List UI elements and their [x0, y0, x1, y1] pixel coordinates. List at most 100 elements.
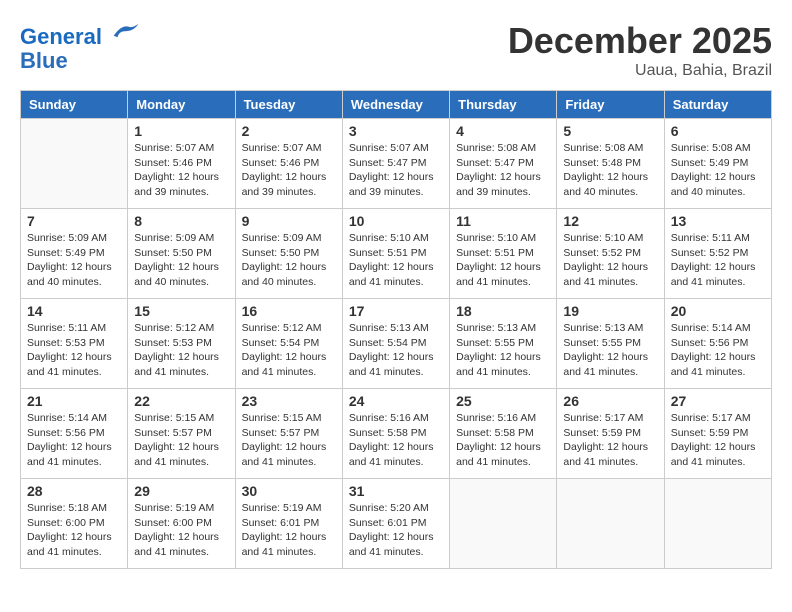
page-header: General Blue December 2025 Uaua, Bahia, …	[20, 20, 772, 80]
day-number: 11	[456, 213, 550, 229]
day-number: 6	[671, 123, 765, 139]
day-cell: 10 Sunrise: 5:10 AM Sunset: 5:51 PM Dayl…	[342, 209, 449, 299]
day-number: 10	[349, 213, 443, 229]
day-info: Sunrise: 5:20 AM Sunset: 6:01 PM Dayligh…	[349, 501, 443, 560]
day-info: Sunrise: 5:10 AM Sunset: 5:52 PM Dayligh…	[563, 231, 657, 290]
day-cell: 2 Sunrise: 5:07 AM Sunset: 5:46 PM Dayli…	[235, 119, 342, 209]
day-cell	[450, 479, 557, 569]
day-info: Sunrise: 5:17 AM Sunset: 5:59 PM Dayligh…	[671, 411, 765, 470]
day-number: 29	[134, 483, 228, 499]
day-info: Sunrise: 5:15 AM Sunset: 5:57 PM Dayligh…	[134, 411, 228, 470]
day-info: Sunrise: 5:09 AM Sunset: 5:50 PM Dayligh…	[134, 231, 228, 290]
day-number: 18	[456, 303, 550, 319]
day-info: Sunrise: 5:08 AM Sunset: 5:49 PM Dayligh…	[671, 141, 765, 200]
weekday-header-thursday: Thursday	[450, 91, 557, 119]
day-cell: 28 Sunrise: 5:18 AM Sunset: 6:00 PM Dayl…	[21, 479, 128, 569]
day-info: Sunrise: 5:12 AM Sunset: 5:53 PM Dayligh…	[134, 321, 228, 380]
day-number: 8	[134, 213, 228, 229]
day-cell: 9 Sunrise: 5:09 AM Sunset: 5:50 PM Dayli…	[235, 209, 342, 299]
day-number: 25	[456, 393, 550, 409]
day-number: 3	[349, 123, 443, 139]
day-info: Sunrise: 5:18 AM Sunset: 6:00 PM Dayligh…	[27, 501, 121, 560]
day-cell: 29 Sunrise: 5:19 AM Sunset: 6:00 PM Dayl…	[128, 479, 235, 569]
day-cell: 20 Sunrise: 5:14 AM Sunset: 5:56 PM Dayl…	[664, 299, 771, 389]
day-cell: 6 Sunrise: 5:08 AM Sunset: 5:49 PM Dayli…	[664, 119, 771, 209]
day-info: Sunrise: 5:12 AM Sunset: 5:54 PM Dayligh…	[242, 321, 336, 380]
day-number: 21	[27, 393, 121, 409]
weekday-header-sunday: Sunday	[21, 91, 128, 119]
weekday-header-row: SundayMondayTuesdayWednesdayThursdayFrid…	[21, 91, 772, 119]
calendar-table: SundayMondayTuesdayWednesdayThursdayFrid…	[20, 90, 772, 569]
day-cell: 14 Sunrise: 5:11 AM Sunset: 5:53 PM Dayl…	[21, 299, 128, 389]
day-cell: 19 Sunrise: 5:13 AM Sunset: 5:55 PM Dayl…	[557, 299, 664, 389]
day-info: Sunrise: 5:16 AM Sunset: 5:58 PM Dayligh…	[349, 411, 443, 470]
weekday-header-saturday: Saturday	[664, 91, 771, 119]
logo-general: General	[20, 24, 102, 49]
weekday-header-wednesday: Wednesday	[342, 91, 449, 119]
week-row-1: 7 Sunrise: 5:09 AM Sunset: 5:49 PM Dayli…	[21, 209, 772, 299]
day-cell: 15 Sunrise: 5:12 AM Sunset: 5:53 PM Dayl…	[128, 299, 235, 389]
day-number: 26	[563, 393, 657, 409]
week-row-3: 21 Sunrise: 5:14 AM Sunset: 5:56 PM Dayl…	[21, 389, 772, 479]
day-number: 16	[242, 303, 336, 319]
weekday-header-friday: Friday	[557, 91, 664, 119]
day-info: Sunrise: 5:15 AM Sunset: 5:57 PM Dayligh…	[242, 411, 336, 470]
day-number: 12	[563, 213, 657, 229]
day-number: 19	[563, 303, 657, 319]
day-info: Sunrise: 5:08 AM Sunset: 5:47 PM Dayligh…	[456, 141, 550, 200]
day-number: 24	[349, 393, 443, 409]
day-info: Sunrise: 5:19 AM Sunset: 6:01 PM Dayligh…	[242, 501, 336, 560]
logo-text: General	[20, 20, 140, 49]
logo-bird-icon	[110, 20, 140, 44]
day-info: Sunrise: 5:13 AM Sunset: 5:55 PM Dayligh…	[456, 321, 550, 380]
day-cell: 12 Sunrise: 5:10 AM Sunset: 5:52 PM Dayl…	[557, 209, 664, 299]
day-cell	[557, 479, 664, 569]
day-cell: 22 Sunrise: 5:15 AM Sunset: 5:57 PM Dayl…	[128, 389, 235, 479]
day-cell: 24 Sunrise: 5:16 AM Sunset: 5:58 PM Dayl…	[342, 389, 449, 479]
day-cell: 13 Sunrise: 5:11 AM Sunset: 5:52 PM Dayl…	[664, 209, 771, 299]
day-cell: 23 Sunrise: 5:15 AM Sunset: 5:57 PM Dayl…	[235, 389, 342, 479]
logo: General Blue	[20, 20, 140, 73]
day-number: 30	[242, 483, 336, 499]
title-block: December 2025 Uaua, Bahia, Brazil	[508, 20, 772, 80]
week-row-2: 14 Sunrise: 5:11 AM Sunset: 5:53 PM Dayl…	[21, 299, 772, 389]
day-cell: 1 Sunrise: 5:07 AM Sunset: 5:46 PM Dayli…	[128, 119, 235, 209]
day-info: Sunrise: 5:07 AM Sunset: 5:46 PM Dayligh…	[134, 141, 228, 200]
day-cell: 4 Sunrise: 5:08 AM Sunset: 5:47 PM Dayli…	[450, 119, 557, 209]
day-info: Sunrise: 5:07 AM Sunset: 5:47 PM Dayligh…	[349, 141, 443, 200]
day-number: 4	[456, 123, 550, 139]
day-cell: 18 Sunrise: 5:13 AM Sunset: 5:55 PM Dayl…	[450, 299, 557, 389]
day-info: Sunrise: 5:08 AM Sunset: 5:48 PM Dayligh…	[563, 141, 657, 200]
day-number: 23	[242, 393, 336, 409]
day-cell: 11 Sunrise: 5:10 AM Sunset: 5:51 PM Dayl…	[450, 209, 557, 299]
day-info: Sunrise: 5:11 AM Sunset: 5:53 PM Dayligh…	[27, 321, 121, 380]
day-number: 28	[27, 483, 121, 499]
day-number: 17	[349, 303, 443, 319]
day-info: Sunrise: 5:10 AM Sunset: 5:51 PM Dayligh…	[349, 231, 443, 290]
day-number: 13	[671, 213, 765, 229]
weekday-header-monday: Monday	[128, 91, 235, 119]
day-cell: 21 Sunrise: 5:14 AM Sunset: 5:56 PM Dayl…	[21, 389, 128, 479]
week-row-4: 28 Sunrise: 5:18 AM Sunset: 6:00 PM Dayl…	[21, 479, 772, 569]
day-number: 22	[134, 393, 228, 409]
day-cell: 7 Sunrise: 5:09 AM Sunset: 5:49 PM Dayli…	[21, 209, 128, 299]
week-row-0: 1 Sunrise: 5:07 AM Sunset: 5:46 PM Dayli…	[21, 119, 772, 209]
day-cell	[664, 479, 771, 569]
day-number: 31	[349, 483, 443, 499]
day-number: 27	[671, 393, 765, 409]
weekday-header-tuesday: Tuesday	[235, 91, 342, 119]
day-number: 7	[27, 213, 121, 229]
day-cell: 25 Sunrise: 5:16 AM Sunset: 5:58 PM Dayl…	[450, 389, 557, 479]
day-number: 14	[27, 303, 121, 319]
day-info: Sunrise: 5:07 AM Sunset: 5:46 PM Dayligh…	[242, 141, 336, 200]
day-cell: 31 Sunrise: 5:20 AM Sunset: 6:01 PM Dayl…	[342, 479, 449, 569]
day-info: Sunrise: 5:17 AM Sunset: 5:59 PM Dayligh…	[563, 411, 657, 470]
day-number: 20	[671, 303, 765, 319]
day-info: Sunrise: 5:19 AM Sunset: 6:00 PM Dayligh…	[134, 501, 228, 560]
day-info: Sunrise: 5:16 AM Sunset: 5:58 PM Dayligh…	[456, 411, 550, 470]
day-cell: 30 Sunrise: 5:19 AM Sunset: 6:01 PM Dayl…	[235, 479, 342, 569]
day-cell: 17 Sunrise: 5:13 AM Sunset: 5:54 PM Dayl…	[342, 299, 449, 389]
day-cell: 16 Sunrise: 5:12 AM Sunset: 5:54 PM Dayl…	[235, 299, 342, 389]
day-info: Sunrise: 5:13 AM Sunset: 5:55 PM Dayligh…	[563, 321, 657, 380]
logo-blue: Blue	[20, 49, 140, 73]
